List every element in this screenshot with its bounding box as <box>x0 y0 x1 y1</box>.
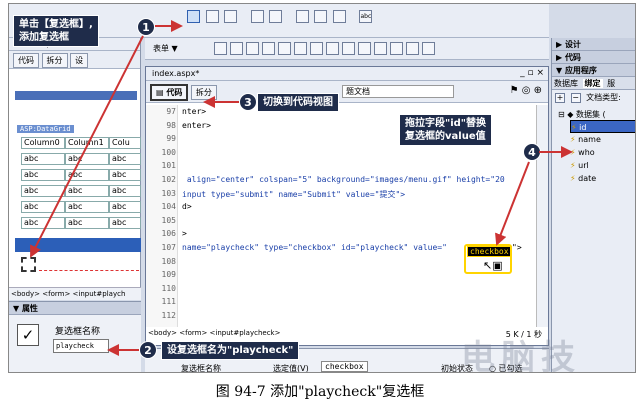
watermark: 电脑技 <box>461 338 581 373</box>
annotation-arrows <box>30 20 573 356</box>
figure-caption: 图 94-7 添加"playcheck"复选框 <box>215 384 425 400</box>
screenshot: abc 表单 ▼ index.aspx* 代码 拆分 设 ASP:DataGri… <box>8 3 636 373</box>
